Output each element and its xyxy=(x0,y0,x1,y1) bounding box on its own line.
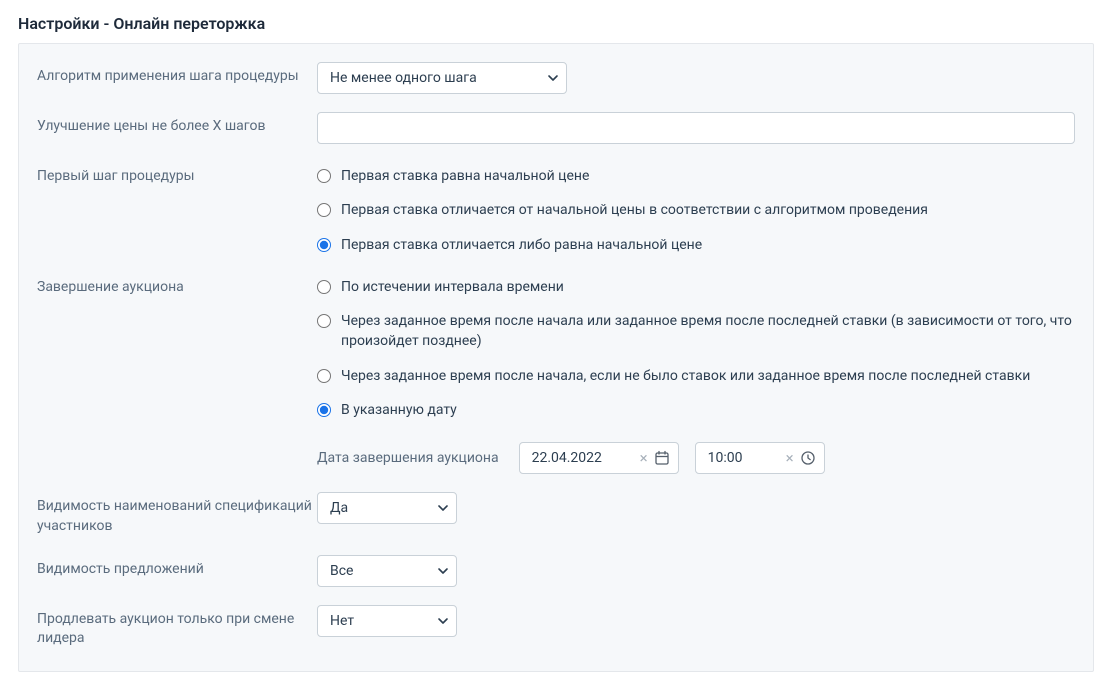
label-extend-on-leader: Продлевать аукцион только при смене лиде… xyxy=(37,605,317,649)
radio-completion-1[interactable]: Через заданное время после начала или за… xyxy=(317,307,1075,362)
select-offers-visibility[interactable]: Все xyxy=(317,555,457,587)
input-end-time[interactable]: 10:00 × xyxy=(695,442,825,474)
row-first-step: Первый шаг процедуры Первая ставка равна… xyxy=(37,162,1075,255)
radio-first-step-2[interactable]: Первая ставка отличается либо равна нача… xyxy=(317,231,1075,255)
radio-input[interactable] xyxy=(317,238,331,252)
calendar-icon[interactable] xyxy=(654,450,670,466)
input-end-date[interactable]: 22.04.2022 × xyxy=(519,442,679,474)
row-offers-visibility: Видимость предложений Все xyxy=(37,555,1075,587)
radio-label: Первая ставка отличается от начальной це… xyxy=(341,200,928,220)
select-algorithm[interactable]: Не менее одного шага xyxy=(317,62,567,94)
radio-input[interactable] xyxy=(317,314,331,328)
radio-first-step-0[interactable]: Первая ставка равна начальной цене xyxy=(317,162,1075,196)
select-extend-on-leader-value: Нет xyxy=(330,613,354,629)
row-extend-on-leader: Продлевать аукцион только при смене лиде… xyxy=(37,605,1075,649)
radio-label: Первая ставка равна начальной цене xyxy=(341,166,589,186)
radio-input[interactable] xyxy=(317,369,331,383)
clock-icon[interactable] xyxy=(800,450,816,466)
label-completion: Завершение аукциона xyxy=(37,273,317,298)
row-spec-visibility: Видимость наименований спецификаций учас… xyxy=(37,492,1075,536)
label-first-step: Первый шаг процедуры xyxy=(37,162,317,187)
radio-completion-2[interactable]: Через заданное время после начала, если … xyxy=(317,362,1075,396)
radio-label: В указанную дату xyxy=(341,400,457,420)
radio-completion-0[interactable]: По истечении интервала времени xyxy=(317,273,1075,307)
input-improvement[interactable] xyxy=(317,112,1075,144)
page-title: Настройки - Онлайн переторжка xyxy=(18,0,1094,43)
select-spec-visibility[interactable]: Да xyxy=(317,492,457,524)
row-algorithm: Алгоритм применения шага процедуры Не ме… xyxy=(37,62,1075,94)
radio-first-step-1[interactable]: Первая ставка отличается от начальной це… xyxy=(317,196,1075,230)
auction-end-date-row: Дата завершения аукциона 22.04.2022 × xyxy=(317,442,1075,474)
radio-label: Через заданное время после начала, если … xyxy=(341,366,1030,386)
radio-completion-3[interactable]: В указанную дату xyxy=(317,396,1075,430)
radio-label: Через заданное время после начала или за… xyxy=(341,311,1075,352)
radio-input[interactable] xyxy=(317,203,331,217)
radio-group-first-step: Первая ставка равна начальной цене Перва… xyxy=(317,162,1075,255)
radio-group-completion: По истечении интервала времени Через зад… xyxy=(317,273,1075,474)
end-date-value: 22.04.2022 xyxy=(532,450,634,466)
radio-label: Первая ставка отличается либо равна нача… xyxy=(341,235,702,255)
end-time-value: 10:00 xyxy=(708,450,780,466)
row-improvement: Улучшение цены не более X шагов xyxy=(37,112,1075,144)
label-algorithm: Алгоритм применения шага процедуры xyxy=(37,62,317,87)
select-extend-on-leader[interactable]: Нет xyxy=(317,605,457,637)
select-spec-visibility-value: Да xyxy=(330,500,348,516)
select-offers-visibility-value: Все xyxy=(330,563,353,579)
radio-label: По истечении интервала времени xyxy=(341,277,564,297)
label-spec-visibility: Видимость наименований спецификаций учас… xyxy=(37,492,317,536)
label-offers-visibility: Видимость предложений xyxy=(37,555,317,580)
settings-panel: Алгоритм применения шага процедуры Не ме… xyxy=(18,43,1094,672)
clear-time-icon[interactable]: × xyxy=(780,451,800,466)
radio-input[interactable] xyxy=(317,280,331,294)
label-end-date: Дата завершения аукциона xyxy=(317,450,499,466)
radio-input[interactable] xyxy=(317,169,331,183)
label-improvement: Улучшение цены не более X шагов xyxy=(37,112,317,137)
select-algorithm-value: Не менее одного шага xyxy=(330,70,477,86)
clear-date-icon[interactable]: × xyxy=(634,451,654,466)
row-completion: Завершение аукциона По истечении интерва… xyxy=(37,273,1075,474)
radio-input[interactable] xyxy=(317,403,331,417)
